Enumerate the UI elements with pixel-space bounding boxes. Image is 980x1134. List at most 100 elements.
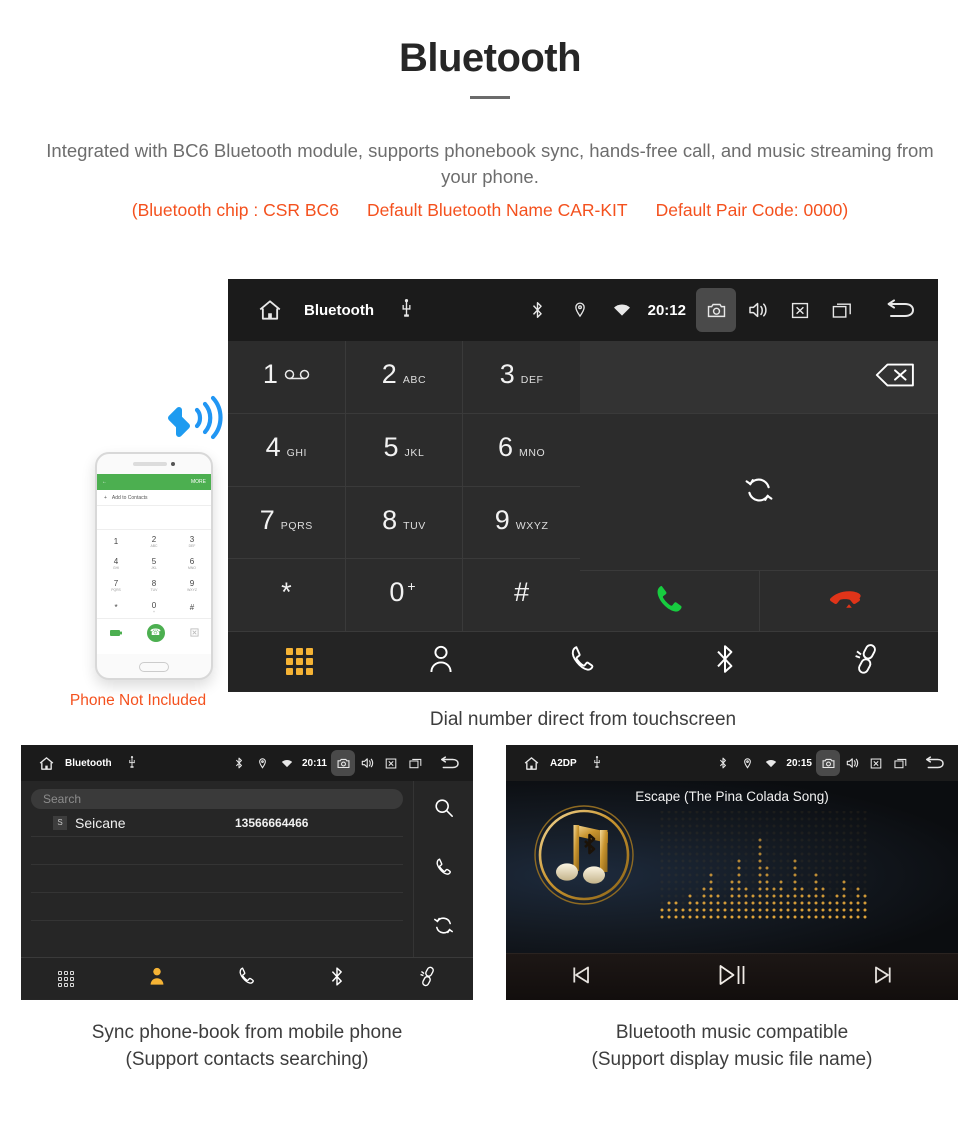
key-3[interactable]: 3 DEF xyxy=(463,341,580,413)
phone-key-8[interactable]: 8 TUV xyxy=(135,574,173,596)
camera-icon[interactable] xyxy=(816,750,840,776)
camera-icon[interactable] xyxy=(696,288,736,332)
key-2[interactable]: 2 ABC xyxy=(345,341,463,413)
key-letters: ABC xyxy=(402,374,427,386)
sidebar-item-contacts[interactable] xyxy=(111,966,201,991)
key-star[interactable]: * xyxy=(228,559,345,631)
wifi-icon xyxy=(759,750,783,776)
sync-button[interactable] xyxy=(414,898,473,957)
key-8[interactable]: 8 TUV xyxy=(345,486,463,559)
key-letters: WXYZ xyxy=(515,519,549,532)
backspace-icon[interactable] xyxy=(874,362,916,393)
sidebar-item-contacts[interactable] xyxy=(370,644,512,679)
contact-icon xyxy=(148,966,166,991)
volume-icon[interactable] xyxy=(355,750,379,776)
phone-backspace-icon[interactable] xyxy=(189,624,199,642)
contact-list-pane: Search S Seicane 13566664466 xyxy=(21,781,413,957)
phone-call-button[interactable]: ☎ xyxy=(146,623,165,642)
back-icon[interactable] xyxy=(878,288,924,332)
phonebook-caption-line1: Sync phone-book from mobile phone xyxy=(91,1022,403,1043)
phone-key-9[interactable]: 9 WXYZ xyxy=(173,574,211,596)
key-9[interactable]: 9 WXYZ xyxy=(463,486,580,559)
home-icon[interactable] xyxy=(29,745,63,781)
hangup-button[interactable] xyxy=(759,571,938,631)
sidebar-item-call-log[interactable] xyxy=(512,644,654,679)
phone-key-3[interactable]: 3 DEF xyxy=(173,530,211,552)
music-caption-line2: (Support display music file name) xyxy=(591,1049,873,1070)
phone-more-label[interactable]: MORE xyxy=(191,479,206,485)
sidebar-item-call-log[interactable] xyxy=(202,966,292,991)
phone-key-6[interactable]: 6 MNO xyxy=(173,552,211,574)
phone-key-5[interactable]: 5 JKL xyxy=(135,552,173,574)
contact-row[interactable]: S Seicane 13566664466 xyxy=(31,809,403,837)
key-digit: 4 xyxy=(113,556,119,566)
next-track-button[interactable] xyxy=(807,964,958,991)
key-4[interactable]: 4 GHI xyxy=(228,413,345,486)
sync-contacts-button[interactable] xyxy=(580,414,938,570)
phone-add-contact-row[interactable]: + Add to Contacts xyxy=(97,490,211,506)
call-button[interactable] xyxy=(580,571,759,631)
recents-icon[interactable] xyxy=(403,750,427,776)
search-input[interactable]: Search xyxy=(31,789,403,809)
contact-initial-badge: S xyxy=(53,815,67,830)
contact-row[interactable] xyxy=(31,893,403,921)
dialer-body: 1 2 ABC 3 DEF 4 GHI 5 JKL 6 MNO 7 PQRS 8… xyxy=(228,341,938,631)
sidebar-item-keypad[interactable] xyxy=(21,970,111,987)
close-box-icon[interactable] xyxy=(864,750,888,776)
play-pause-button[interactable] xyxy=(657,963,808,992)
phone-key-star[interactable]: * xyxy=(97,596,135,618)
phone-screen: ← MORE + Add to Contacts 1 2 ABC 3 DEF 4 GH… xyxy=(97,474,211,654)
phone-number-field[interactable] xyxy=(97,506,211,530)
volume-icon[interactable] xyxy=(840,750,864,776)
recents-icon[interactable] xyxy=(888,750,912,776)
search-button[interactable] xyxy=(414,781,473,840)
back-icon[interactable] xyxy=(920,750,950,776)
link-icon xyxy=(852,643,882,680)
back-icon[interactable] xyxy=(435,750,465,776)
sidebar-item-bluetooth[interactable] xyxy=(654,643,796,680)
phone-key-2[interactable]: 2 ABC xyxy=(135,530,173,552)
phone-key-4[interactable]: 4 GHI xyxy=(97,552,135,574)
link-icon xyxy=(418,966,438,992)
phone-key-1[interactable]: 1 xyxy=(97,530,135,552)
key-5[interactable]: 5 JKL xyxy=(345,413,463,486)
key-digit: 6 xyxy=(189,556,195,566)
contact-name: Seicane xyxy=(75,814,126,831)
key-7[interactable]: 7 PQRS xyxy=(228,486,345,559)
phone-home-button[interactable] xyxy=(97,654,211,678)
phone-back-icon[interactable]: ← xyxy=(102,479,107,485)
phonebook-caption: Sync phone-book from mobile phone (Suppo… xyxy=(21,1019,473,1073)
key-6[interactable]: 6 MNO xyxy=(463,413,580,486)
recents-icon[interactable] xyxy=(822,288,862,332)
dialer-title: Bluetooth xyxy=(304,301,374,319)
phone-key-0[interactable]: 0 + xyxy=(135,596,173,618)
key-0[interactable]: 0 + xyxy=(345,559,463,631)
camera-icon[interactable] xyxy=(331,750,355,776)
sidebar-item-link[interactable] xyxy=(383,966,473,992)
sync-icon xyxy=(744,475,774,510)
phone-app-header: ← MORE xyxy=(97,474,211,490)
contact-row[interactable] xyxy=(31,865,403,893)
sidebar-item-bluetooth[interactable] xyxy=(292,966,382,992)
home-icon[interactable] xyxy=(242,279,298,341)
close-box-icon[interactable] xyxy=(780,288,820,332)
dial-button[interactable] xyxy=(414,840,473,899)
phonebook-body: Search S Seicane 13566664466 xyxy=(21,781,473,957)
phone-key-7[interactable]: 7 PQRS xyxy=(97,574,135,596)
phone-mockup: ← MORE + Add to Contacts 1 2 ABC 3 DEF 4 GH… xyxy=(45,390,223,720)
contact-row[interactable] xyxy=(31,837,403,865)
volume-icon[interactable] xyxy=(738,288,778,332)
key-hash[interactable]: # xyxy=(463,559,580,631)
key-1[interactable]: 1 xyxy=(228,341,345,413)
sidebar-item-link[interactable] xyxy=(796,643,938,680)
phone-key-hash[interactable]: # xyxy=(173,596,211,618)
dialer-status-icons: 20:12 xyxy=(518,288,924,332)
key-digit: * xyxy=(114,602,118,612)
sidebar-item-keypad[interactable] xyxy=(228,648,370,675)
search-icon xyxy=(434,798,454,823)
previous-track-button[interactable] xyxy=(506,964,657,991)
phone-sim-icon[interactable] xyxy=(109,624,122,642)
close-box-icon[interactable] xyxy=(379,750,403,776)
home-icon[interactable] xyxy=(514,745,548,781)
number-input[interactable] xyxy=(580,341,938,413)
